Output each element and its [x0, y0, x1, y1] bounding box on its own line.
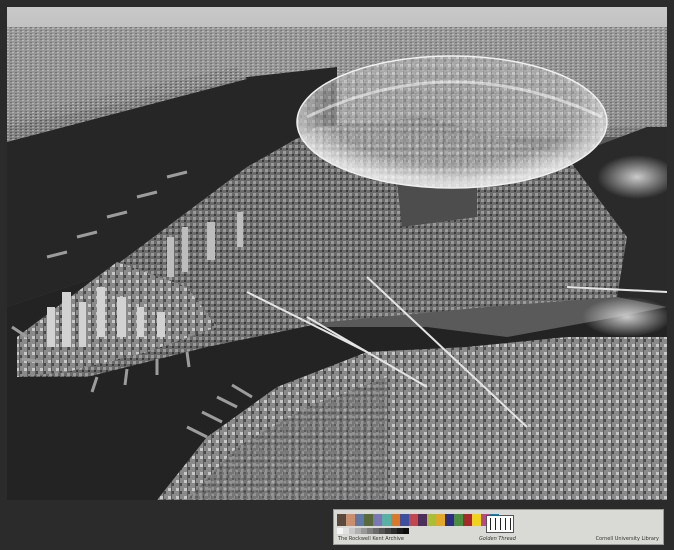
color-swatch [454, 514, 463, 526]
color-swatch [400, 514, 409, 526]
target-label-left: The Rockwell Kent Archive [338, 536, 404, 542]
color-calibration-target: The Rockwell Kent Archive Golden Thread … [333, 509, 664, 545]
target-label-center: Golden Thread [479, 536, 516, 542]
color-swatches [337, 514, 499, 526]
color-swatch [382, 514, 391, 526]
color-swatch [391, 514, 400, 526]
color-swatch [472, 514, 481, 526]
gray-scale-strip [337, 528, 409, 534]
color-swatch [409, 514, 418, 526]
color-swatch [427, 514, 436, 526]
color-swatch [364, 514, 373, 526]
color-swatch [346, 514, 355, 526]
gray-step [403, 528, 409, 534]
color-swatch [355, 514, 364, 526]
photograph [7, 7, 667, 500]
target-label-right: Cornell University Library [595, 536, 659, 542]
color-swatch [463, 514, 472, 526]
color-swatch [337, 514, 346, 526]
color-swatch [445, 514, 454, 526]
color-swatch [373, 514, 382, 526]
city-aerial-image [7, 7, 667, 500]
ruler-scale [486, 515, 514, 533]
color-swatch [418, 514, 427, 526]
color-swatch [436, 514, 445, 526]
